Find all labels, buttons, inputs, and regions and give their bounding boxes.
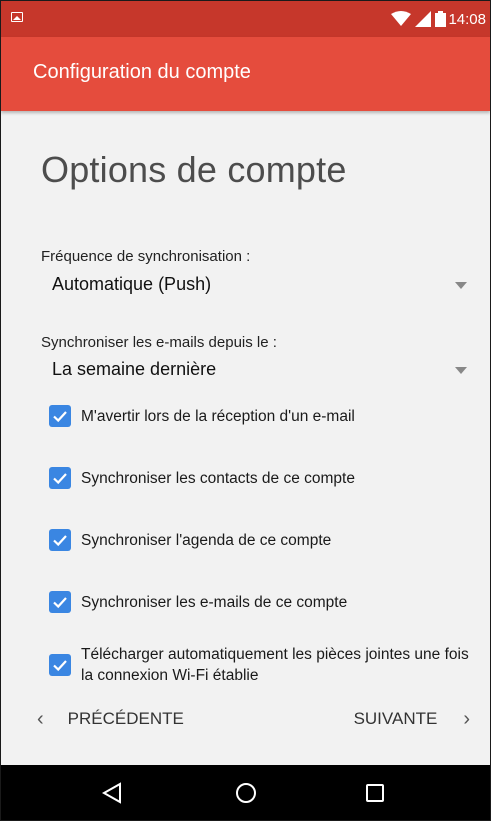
option-label: Synchroniser les e-mails de ce compte [81, 593, 348, 611]
status-bar: 14:08 [1, 1, 490, 37]
device-frame: 14:08 Configuration du compte Options de… [0, 0, 491, 821]
next-button[interactable]: SUIVANTE › [354, 704, 470, 734]
home-icon[interactable] [232, 779, 260, 807]
checkbox-checked-icon[interactable] [49, 654, 71, 676]
image-notification-icon [11, 12, 23, 22]
status-time: 14:08 [448, 11, 486, 28]
sync-since-value: La semaine dernière [52, 359, 217, 379]
checkbox-checked-icon[interactable] [49, 591, 71, 613]
app-bar: Configuration du compte [1, 37, 490, 111]
option-auto-download-attachments[interactable]: Télécharger automatiquement les pièces j… [49, 644, 469, 686]
dropdown-arrow-icon [455, 282, 467, 289]
app-title: Configuration du compte [33, 61, 251, 83]
option-label: M'avertir lors de la réception d'un e-ma… [81, 407, 355, 425]
next-label: SUIVANTE [353, 709, 438, 728]
checkbox-checked-icon[interactable] [49, 467, 71, 489]
option-sync-contacts[interactable]: Synchroniser les contacts de ce compte [49, 467, 479, 489]
option-label: Synchroniser les contacts de ce compte [81, 469, 355, 487]
option-sync-calendar[interactable]: Synchroniser l'agenda de ce compte [49, 529, 479, 551]
previous-button[interactable]: ‹ PRÉCÉDENTE [37, 704, 184, 734]
sync-frequency-dropdown[interactable]: Automatique (Push) [41, 271, 471, 301]
status-icons [391, 11, 446, 27]
wizard-action-bar: ‹ PRÉCÉDENTE SUIVANTE › [1, 692, 490, 754]
chevron-right-icon: › [463, 707, 470, 730]
sync-since-dropdown[interactable]: La semaine dernière [41, 356, 471, 386]
chevron-left-icon: ‹ [37, 707, 44, 730]
option-label: Télécharger automatiquement les pièces j… [81, 646, 469, 684]
checkbox-checked-icon[interactable] [49, 529, 71, 551]
system-nav-bar [1, 765, 490, 820]
checkbox-checked-icon[interactable] [49, 405, 71, 427]
sync-since-label: Synchroniser les e-mails depuis le : [41, 334, 277, 351]
sync-frequency-value: Automatique (Push) [52, 274, 212, 294]
wifi-icon [391, 11, 411, 26]
sync-frequency-label: Fréquence de synchronisation : [41, 248, 251, 265]
recent-apps-icon[interactable] [361, 779, 389, 807]
option-label: Synchroniser l'agenda de ce compte [81, 531, 332, 549]
option-notify-new-email[interactable]: M'avertir lors de la réception d'un e-ma… [49, 405, 479, 427]
signal-icon [415, 11, 431, 27]
page-title: Options de compte [41, 149, 347, 190]
back-icon[interactable] [99, 779, 127, 807]
option-sync-emails[interactable]: Synchroniser les e-mails de ce compte [49, 591, 479, 613]
dropdown-arrow-icon [455, 367, 467, 374]
battery-icon [435, 11, 446, 27]
previous-label: PRÉCÉDENTE [67, 709, 184, 728]
